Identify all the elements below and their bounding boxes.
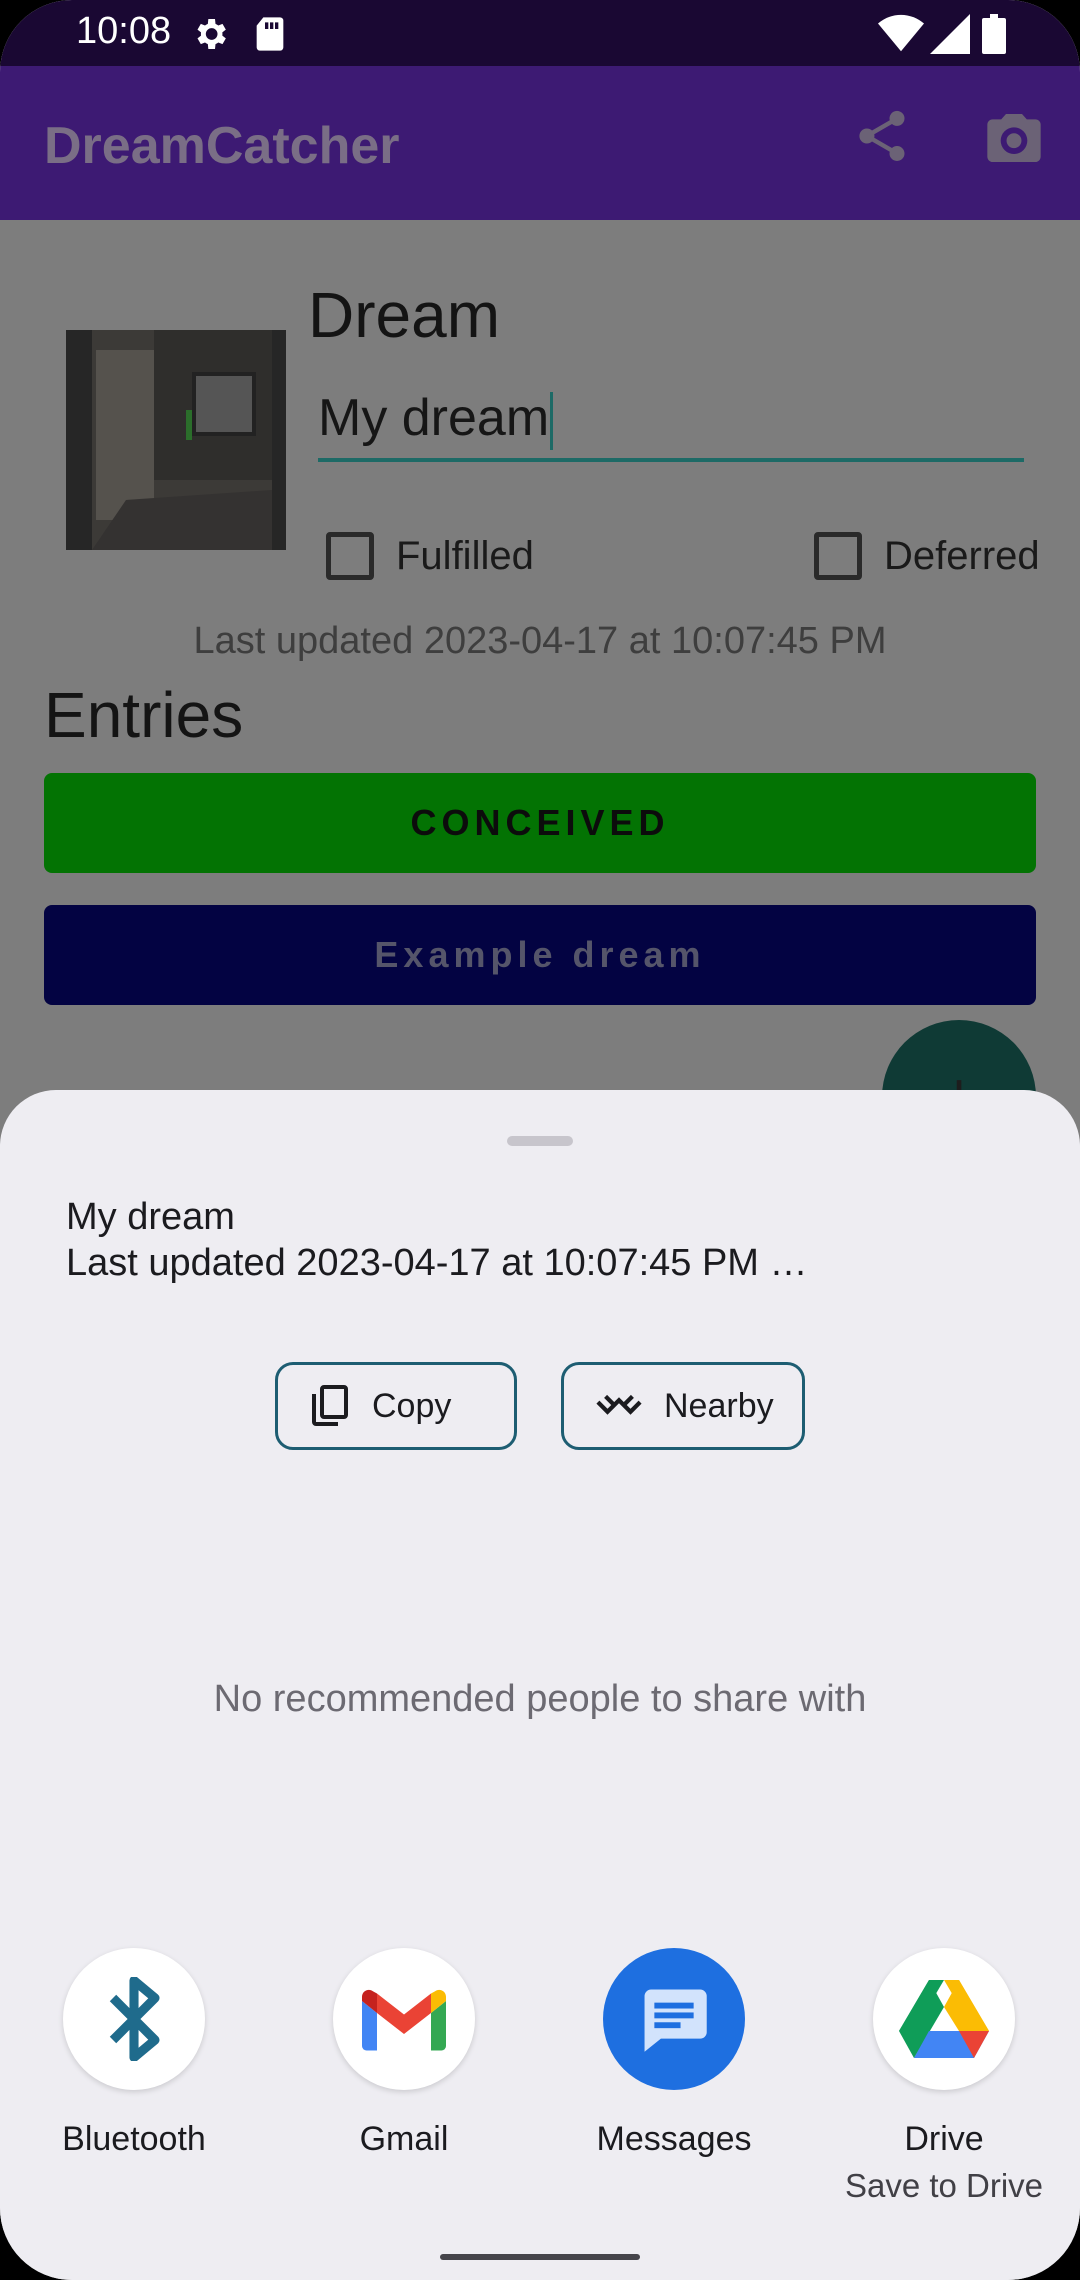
signal-icon xyxy=(930,14,970,54)
nearby-icon xyxy=(596,1394,642,1415)
screen: 10:08 DreamCatcher Dream My dream Fulfil… xyxy=(0,0,1080,2280)
messages-label: Messages xyxy=(596,2120,752,2158)
dream-title-value: My dream xyxy=(318,389,550,447)
fulfilled-label: Fulfilled xyxy=(396,533,534,578)
copy-label: Copy xyxy=(372,1386,452,1425)
gmail-icon-circle xyxy=(333,1948,475,2090)
gesture-navigation-bar[interactable] xyxy=(440,2254,640,2260)
gear-icon xyxy=(197,19,226,49)
share-target-bluetooth[interactable]: Bluetooth xyxy=(4,1948,264,2159)
no-recommendations-text: No recommended people to share with xyxy=(213,1678,867,1720)
app-title: DreamCatcher xyxy=(44,117,400,175)
drive-icon xyxy=(899,1980,989,2058)
entries-heading: Entries xyxy=(44,679,244,751)
bluetooth-label: Bluetooth xyxy=(62,2120,206,2158)
dream-photo[interactable] xyxy=(66,330,286,550)
app-bar: DreamCatcher xyxy=(0,66,1080,220)
status-bar: 10:08 xyxy=(0,0,1080,66)
gmail-label: Gmail xyxy=(359,2120,449,2158)
share-preview-text: Last updated 2023-04-17 at 10:07:45 PM … xyxy=(66,1242,808,1284)
room-photo-image xyxy=(66,330,286,550)
sheet-drag-handle[interactable] xyxy=(507,1136,573,1146)
last-updated-text: Last updated 2023-04-17 at 10:07:45 PM xyxy=(193,620,887,662)
deferred-checkbox[interactable]: Deferred xyxy=(814,526,1040,586)
deferred-checkbox-box[interactable] xyxy=(814,532,862,580)
copy-icon xyxy=(312,1385,348,1426)
share-icon[interactable] xyxy=(852,106,912,166)
battery-icon xyxy=(982,14,1006,54)
bluetooth-icon-circle xyxy=(63,1948,205,2090)
entry-example-dream[interactable]: Example dream xyxy=(44,905,1036,1005)
share-target-messages[interactable]: Messages xyxy=(544,1948,804,2159)
nearby-label: Nearby xyxy=(664,1386,774,1425)
dream-heading: Dream xyxy=(308,279,501,351)
share-preview-title: My dream xyxy=(66,1196,235,1238)
messages-icon xyxy=(644,1989,707,2052)
share-sheet: My dream Last updated 2023-04-17 at 10:0… xyxy=(0,1090,1080,2280)
entry-conceived[interactable]: CONCEIVED xyxy=(44,773,1036,873)
drive-icon-circle xyxy=(873,1948,1015,2090)
camera-icon[interactable] xyxy=(982,106,1046,170)
messages-icon-circle xyxy=(603,1948,745,2090)
drive-sublabel: Save to Drive xyxy=(844,2167,1044,2204)
fulfilled-checkbox-box[interactable] xyxy=(326,532,374,580)
gmail-icon xyxy=(362,1989,446,2051)
status-time: 10:08 xyxy=(76,10,172,52)
dream-title-input[interactable]: My dream xyxy=(318,382,1024,462)
drive-label: Drive xyxy=(904,2120,984,2158)
text-caret xyxy=(550,392,554,451)
wifi-icon xyxy=(878,14,924,52)
share-target-gmail[interactable]: Gmail xyxy=(274,1948,534,2159)
bluetooth-icon xyxy=(109,1977,160,2061)
fulfilled-checkbox[interactable]: Fulfilled xyxy=(326,526,534,586)
sd-card-icon xyxy=(256,17,284,51)
nearby-share-button[interactable]: Nearby xyxy=(561,1362,805,1450)
copy-button[interactable]: Copy xyxy=(275,1362,517,1450)
share-target-drive[interactable]: Drive Save to Drive xyxy=(814,1948,1074,2205)
deferred-label: Deferred xyxy=(884,533,1040,578)
